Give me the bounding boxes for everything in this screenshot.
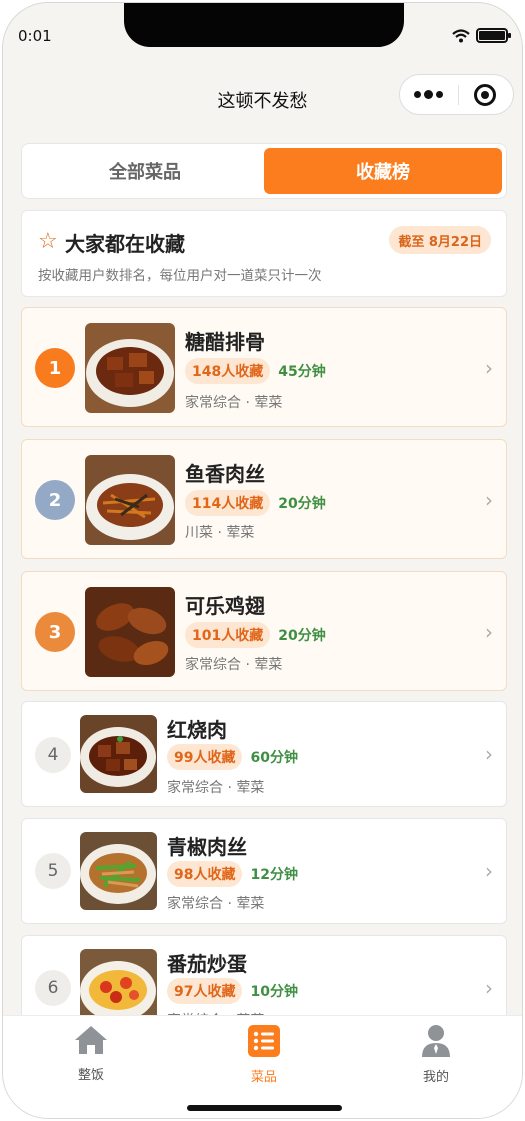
- favorite-count: 98人收藏: [167, 861, 243, 887]
- favorite-count: 97人收藏: [167, 978, 243, 1004]
- rank-badge: 4: [35, 737, 71, 773]
- chevron-right-icon: ›: [485, 620, 493, 644]
- dish-name: 鱼香肉丝: [185, 462, 265, 486]
- favorite-count: 99人收藏: [167, 744, 243, 770]
- dish-image-green-pepper-pork: [80, 832, 157, 910]
- dish-name: 糖醋排骨: [185, 330, 265, 354]
- cook-time: 60分钟: [250, 750, 298, 766]
- dish-tags: 家常综合 · 荤菜: [185, 657, 283, 673]
- tabbar-label: 整饭: [77, 1068, 104, 1083]
- rank-badge: 6: [35, 970, 71, 1006]
- star-icon: ☆: [38, 229, 58, 254]
- cook-time: 45分钟: [278, 364, 326, 380]
- tab-all-dishes[interactable]: 全部菜品: [26, 148, 264, 194]
- dish-meta: 148人收藏 45分钟: [185, 358, 326, 384]
- cook-time: 12分钟: [250, 867, 298, 883]
- tabbar-item-home[interactable]: 整饭: [41, 1024, 141, 1083]
- capsule-divider: [458, 84, 459, 105]
- dish-image-cola-chicken-wings: [85, 587, 175, 677]
- notch: [124, 3, 404, 47]
- intro-title: 大家都在收藏: [65, 232, 185, 256]
- dish-tags: 川菜 · 荤菜: [185, 525, 255, 541]
- dish-name: 可乐鸡翅: [185, 594, 265, 618]
- tabbar-item-dishes[interactable]: 菜品: [214, 1024, 314, 1085]
- phone-frame: 0:01 这顿不发愁 全部菜品 收藏榜 ☆ 大家都在收藏 截至 8月22日 按收…: [2, 2, 523, 1119]
- close-target-icon[interactable]: [474, 83, 496, 106]
- mini-program-capsule: [399, 74, 514, 115]
- dish-name: 青椒肉丝: [167, 835, 247, 859]
- rank-card-5[interactable]: 5 青椒肉丝 98人收藏 12分钟 家常综合 · 荤菜 ›: [21, 818, 507, 924]
- dish-tags: 家常综合 · 荤菜: [167, 896, 265, 912]
- dish-meta: 114人收藏 20分钟: [185, 490, 326, 516]
- chevron-right-icon: ›: [485, 356, 493, 380]
- home-indicator[interactable]: [187, 1105, 342, 1111]
- wifi-icon: [452, 28, 470, 42]
- intro-description: 按收藏用户数排名，每位用户对一道菜只计一次: [38, 268, 322, 284]
- favorite-count: 101人收藏: [185, 622, 271, 648]
- tabbar-label: 菜品: [250, 1070, 277, 1085]
- intro-card: ☆ 大家都在收藏 截至 8月22日 按收藏用户数排名，每位用户对一道菜只计一次: [21, 210, 507, 297]
- favorite-count: 148人收藏: [185, 358, 271, 384]
- dish-image-sweet-sour-ribs: [85, 323, 175, 413]
- bottom-tab-bar: 整饭 菜品 我的: [3, 1015, 522, 1118]
- dish-tags: 家常综合 · 荤菜: [167, 780, 265, 796]
- rank-card-1[interactable]: 1 糖醋排骨 148人收藏 45分钟 家常综合 · 荤菜 ›: [21, 307, 507, 427]
- rank-card-3[interactable]: 3 可乐鸡翅 101人收藏 20分钟 家常综合 · 荤菜 ›: [21, 571, 507, 691]
- chevron-right-icon: ›: [485, 976, 493, 1000]
- dish-tags: 家常综合 · 荤菜: [185, 395, 283, 411]
- list-icon: [248, 1025, 280, 1057]
- more-icon[interactable]: [414, 90, 443, 99]
- favorite-count: 114人收藏: [185, 490, 271, 516]
- tab-favorites-ranking[interactable]: 收藏榜: [264, 148, 502, 194]
- status-time: 0:01: [18, 27, 52, 45]
- dish-meta: 97人收藏 10分钟: [167, 978, 298, 1004]
- user-icon: [422, 1025, 450, 1057]
- segment-tabs: 全部菜品 收藏榜: [21, 143, 507, 199]
- dish-meta: 99人收藏 60分钟: [167, 744, 298, 770]
- dish-meta: 98人收藏 12分钟: [167, 861, 298, 887]
- cook-time: 10分钟: [250, 984, 298, 1000]
- battery-icon: [476, 28, 511, 43]
- status-icons: [452, 28, 511, 43]
- rank-badge: 2: [35, 480, 75, 520]
- tabbar-label: 我的: [422, 1070, 449, 1085]
- dish-name: 番茄炒蛋: [167, 952, 247, 976]
- cook-time: 20分钟: [278, 496, 326, 512]
- dish-image-braised-pork: [80, 715, 157, 793]
- cook-time: 20分钟: [278, 628, 326, 644]
- rank-card-2[interactable]: 2 鱼香肉丝 114人收藏 20分钟 川菜 · 荤菜 ›: [21, 439, 507, 559]
- date-badge: 截至 8月22日: [389, 226, 491, 254]
- rank-card-4[interactable]: 4 红烧肉 99人收藏 60分钟 家常综合 · 荤菜 ›: [21, 701, 507, 807]
- home-icon: [75, 1026, 107, 1054]
- chevron-right-icon: ›: [485, 859, 493, 883]
- chevron-right-icon: ›: [485, 488, 493, 512]
- rank-badge: 1: [35, 348, 75, 388]
- rank-badge: 5: [35, 853, 71, 889]
- rank-badge: 3: [35, 612, 75, 652]
- dish-image-fish-flavored-pork: [85, 455, 175, 545]
- tabbar-item-profile[interactable]: 我的: [386, 1024, 486, 1085]
- dish-meta: 101人收藏 20分钟: [185, 622, 326, 648]
- chevron-right-icon: ›: [485, 742, 493, 766]
- dish-name: 红烧肉: [167, 718, 227, 742]
